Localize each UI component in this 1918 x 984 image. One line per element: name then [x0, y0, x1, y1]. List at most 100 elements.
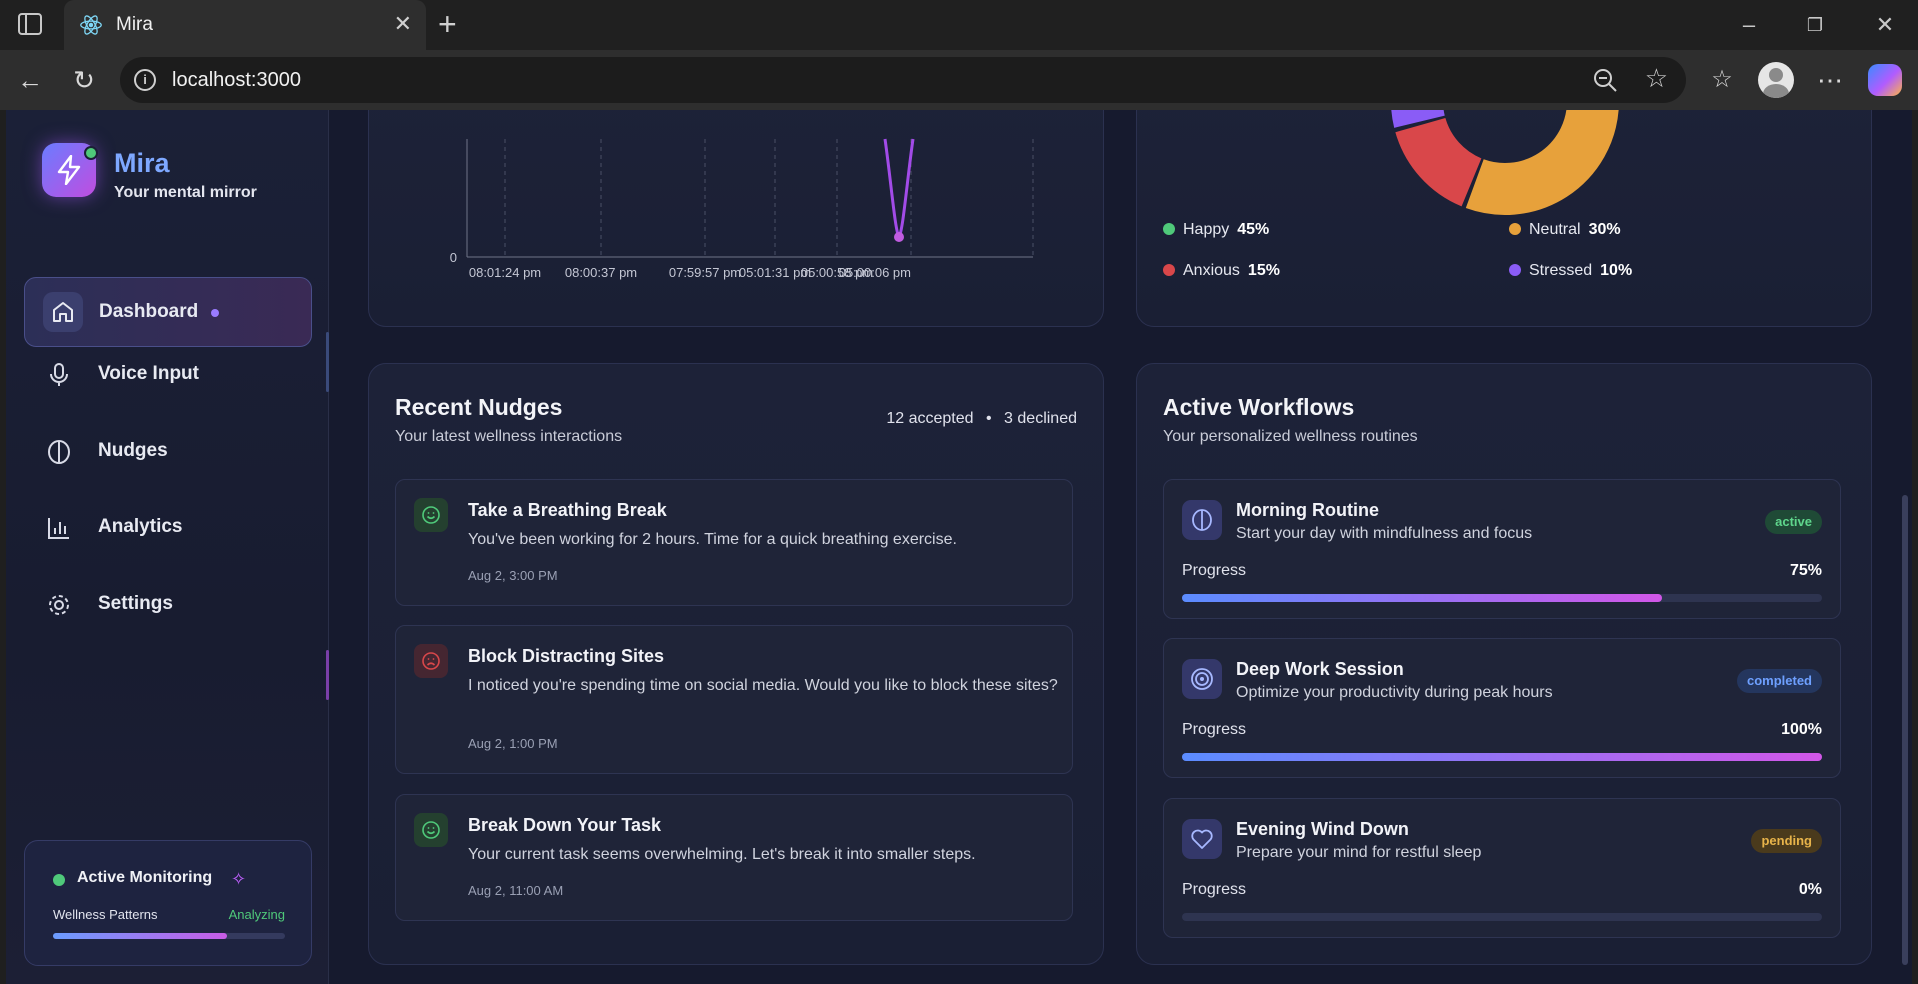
online-status-dot	[84, 146, 98, 160]
tab-actions-icon[interactable]	[18, 13, 42, 35]
browser-tab[interactable]: Mira ✕	[64, 0, 426, 50]
workflow-desc: Start your day with mindfulness and focu…	[1236, 525, 1533, 542]
monitoring-status: Analyzing	[228, 907, 285, 922]
workflows-title: Active Workflows	[1163, 394, 1355, 420]
app-root: Mira Your mental mirror Dashboard Voice …	[6, 110, 1912, 984]
window-close-icon[interactable]: ✕	[1870, 10, 1900, 40]
gear-icon	[49, 595, 69, 615]
favorite-star-icon[interactable]: ☆	[1645, 63, 1668, 94]
smile-icon	[414, 813, 448, 847]
monitoring-label: Wellness Patterns	[53, 907, 158, 922]
progress-bar	[1182, 753, 1822, 761]
donut-slice-anxious[interactable]	[1395, 117, 1483, 207]
refresh-icon[interactable]: ↻	[68, 64, 100, 96]
nudge-title: Take a Breathing Break	[468, 500, 667, 520]
stats-separator: •	[985, 410, 992, 427]
nudge-time: Aug 2, 3:00 PM	[468, 568, 558, 583]
lightning-icon	[57, 155, 81, 185]
donut-slice-neutral[interactable]	[1465, 110, 1619, 215]
nudge-time: Aug 2, 11:00 AM	[468, 883, 564, 898]
brand-name: Mira	[114, 148, 170, 178]
workflow-title: Deep Work Session	[1236, 659, 1404, 679]
page-scrollbar[interactable]	[1902, 495, 1908, 965]
donut-slice-stressed[interactable]	[1391, 110, 1445, 128]
favorites-icon[interactable]: ☆	[1706, 64, 1738, 96]
legend-dot	[1163, 223, 1175, 235]
home-icon	[43, 292, 83, 332]
workflow-title: Morning Routine	[1236, 500, 1379, 520]
sidebar-item-settings[interactable]: Settings	[24, 570, 312, 640]
legend-label: Neutral	[1529, 221, 1581, 238]
nudge-item[interactable]: Break Down Your Task Your current task s…	[395, 794, 1073, 921]
sidebar-item-voice-input[interactable]: Voice Input	[24, 340, 312, 410]
trend-line	[883, 138, 915, 240]
copilot-icon[interactable]	[1868, 64, 1902, 96]
sidebar-item-dashboard[interactable]: Dashboard	[24, 277, 312, 347]
nudge-item[interactable]: Block Distracting Sites I noticed you're…	[395, 625, 1073, 774]
workflow-item[interactable]: Deep Work Session Optimize your producti…	[1163, 638, 1841, 778]
x-tick-label: 05:00:06 pm	[839, 265, 911, 280]
zoom-out-icon[interactable]	[1592, 67, 1618, 93]
profile-avatar[interactable]	[1758, 62, 1794, 98]
declined-count: 3 declined	[1004, 410, 1077, 427]
sidebar-item-nudges[interactable]: Nudges	[24, 417, 312, 487]
trend-point	[894, 232, 904, 242]
brand-tagline: Your mental mirror	[114, 184, 257, 201]
sparkle-icon: ✧	[231, 869, 247, 889]
monitoring-status-dot	[53, 874, 65, 886]
progress-fill	[1182, 594, 1662, 602]
browser-tab-bar: Mira ✕ + – ❐ ✕	[0, 0, 1918, 50]
restore-icon[interactable]: ❐	[1800, 10, 1830, 40]
workflow-item[interactable]: Evening Wind Down Prepare your mind for …	[1163, 798, 1841, 938]
x-tick-label: 08:00:37 pm	[565, 265, 637, 280]
nudge-body: I noticed you're spending time on social…	[468, 677, 1058, 694]
site-info-icon[interactable]: i	[134, 69, 156, 91]
minimize-icon[interactable]: –	[1734, 10, 1764, 40]
legend-happy: Happy 45%	[1163, 221, 1269, 239]
workflow-desc: Prepare your mind for restful sleep	[1236, 844, 1482, 861]
legend-value: 30%	[1588, 221, 1621, 238]
sidebar-item-analytics[interactable]: Analytics	[24, 493, 312, 563]
monitoring-title: Active Monitoring	[77, 869, 213, 886]
sidebar-item-label: Dashboard	[99, 301, 199, 322]
brain-icon	[48, 440, 70, 464]
legend-label: Happy	[1183, 221, 1230, 238]
monitoring-progress-fill	[53, 933, 227, 939]
brain-icon	[1182, 500, 1222, 540]
status-badge: completed	[1736, 669, 1822, 693]
nudges-subtitle: Your latest wellness interactions	[395, 428, 623, 445]
nudge-title: Block Distracting Sites	[468, 646, 665, 666]
active-workflows-card: Active Workflows Your personalized welln…	[1136, 363, 1872, 965]
url-field[interactable]: i localhost:3000 ☆	[120, 57, 1686, 103]
accepted-count: 12 accepted	[886, 410, 974, 427]
nudges-title: Recent Nudges	[395, 394, 563, 420]
legend-stressed: Stressed 10%	[1509, 262, 1632, 280]
nudge-body: Your current task seems overwhelming. Le…	[468, 846, 976, 863]
active-indicator-dot	[211, 309, 219, 317]
legend-label: Anxious	[1183, 262, 1240, 279]
monitoring-card: Active Monitoring ✧ Wellness Patterns An…	[24, 840, 312, 966]
progress-value: 75%	[1789, 562, 1822, 579]
sidebar-scroll-accent	[326, 650, 329, 700]
heart-icon	[1182, 819, 1222, 859]
close-tab-icon[interactable]: ✕	[394, 12, 412, 36]
mood-chart-card: Happy 45% Neutral 30% Anxious 15% Stressed 1…	[1136, 110, 1872, 327]
nudge-time: Aug 2, 1:00 PM	[468, 736, 558, 751]
y-tick-label: 0	[450, 250, 457, 265]
legend-neutral: Neutral 30%	[1509, 221, 1621, 239]
workflow-item[interactable]: Morning Routine Start your day with mind…	[1163, 479, 1841, 619]
legend-dot	[1163, 264, 1175, 276]
x-tick-label: 08:01:24 pm	[469, 265, 541, 280]
status-badge: pending	[1751, 829, 1822, 853]
recent-nudges-card: Recent Nudges Your latest wellness inter…	[368, 363, 1104, 965]
nudge-item[interactable]: Take a Breathing Break You've been worki…	[395, 479, 1073, 606]
back-icon[interactable]: ←	[14, 64, 46, 96]
legend-value: 10%	[1600, 262, 1633, 279]
legend-dot	[1509, 264, 1521, 276]
bar-chart-icon	[48, 518, 69, 539]
trend-chart-card: 0 08:01:24 pm 08:00:37 pm 07:59:57 pm 05:01…	[368, 110, 1104, 327]
more-menu-icon[interactable]: ⋯	[1814, 64, 1846, 96]
new-tab-icon[interactable]: +	[438, 8, 457, 40]
nudge-stats: 12 accepted • 3 declined	[886, 410, 1077, 428]
progress-fill	[1182, 753, 1822, 761]
